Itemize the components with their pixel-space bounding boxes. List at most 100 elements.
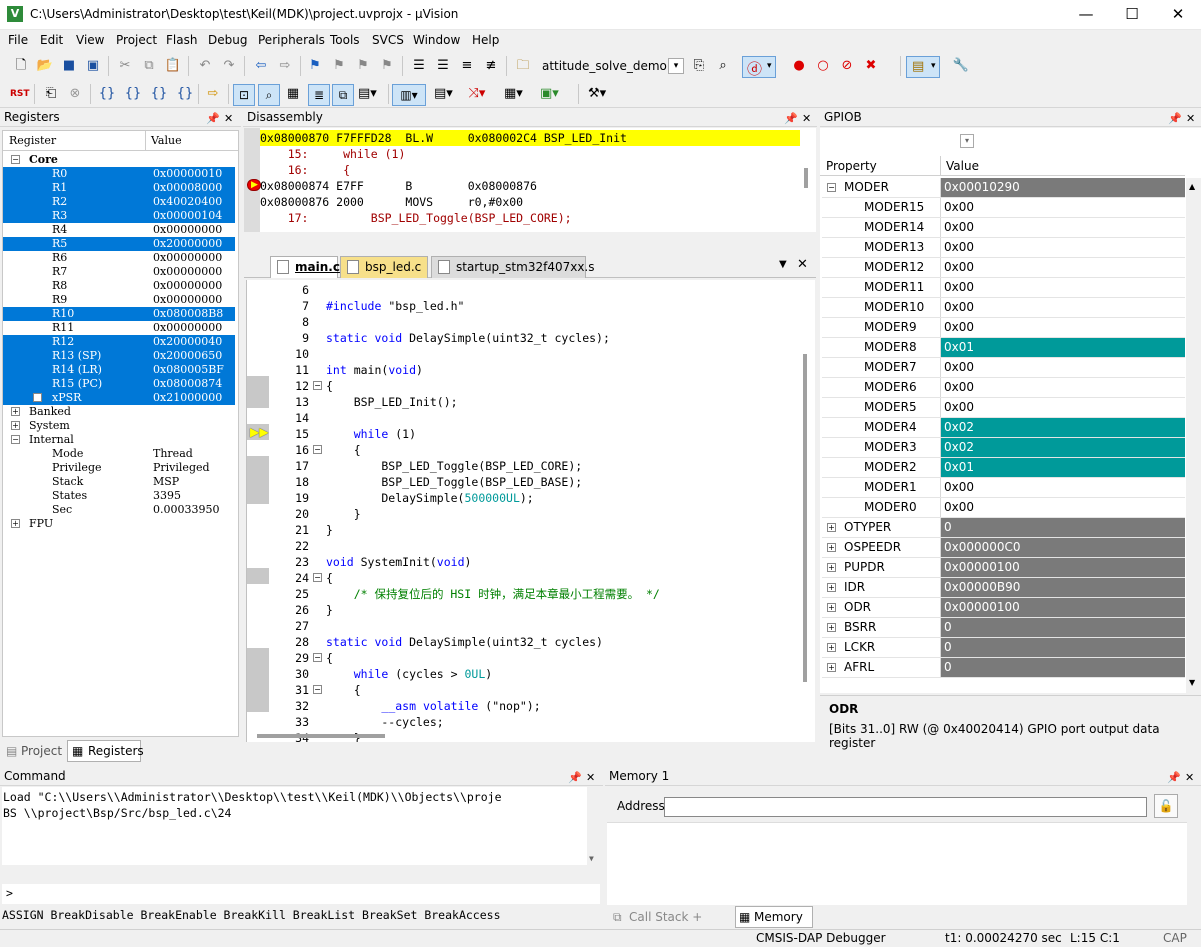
tree-internal[interactable]: − Internal: [3, 433, 235, 447]
trace-window-icon[interactable]: ▦▾: [504, 85, 523, 103]
expand-icon[interactable]: +: [33, 393, 42, 402]
register-row[interactable]: R13 (SP) 0x20000650: [3, 349, 235, 363]
register-row[interactable]: R11 0x00000000: [3, 321, 235, 335]
window-layout-button[interactable]: ▤ ▾: [906, 56, 940, 78]
menu-tools[interactable]: Tools: [330, 33, 360, 47]
menu-svcs[interactable]: SVCS: [372, 33, 404, 47]
symbols-window-icon[interactable]: ▦: [284, 85, 302, 103]
maximize-button[interactable]: ☐: [1109, 0, 1155, 30]
tab-memory-1[interactable]: ▦Memory 1: [735, 906, 813, 944]
register-row[interactable]: R4 0x00000000: [3, 223, 235, 237]
pin-icon[interactable]: 📌: [1167, 769, 1181, 786]
command-window-icon[interactable]: ⊡: [233, 84, 255, 106]
register-row[interactable]: R8 0x00000000: [3, 279, 235, 293]
register-row[interactable]: R10 0x080008B8: [3, 307, 235, 321]
disassembly-view[interactable]: 0x08000870 F7FFFD28 BL.W 0x080002C4 BSP_…: [244, 128, 816, 232]
lock-icon[interactable]: 🔓: [1154, 794, 1178, 818]
register-row[interactable]: R0 0x00000010: [3, 167, 235, 181]
scrollbar[interactable]: [804, 168, 808, 188]
nav-forward-icon[interactable]: ⇨: [276, 57, 294, 75]
menu-project[interactable]: Project: [116, 33, 157, 47]
register-row[interactable]: R5 0x20000000: [3, 237, 235, 251]
tab-main-c[interactable]: main.c: [270, 256, 340, 278]
bookmark-clear-icon[interactable]: ⚑: [378, 57, 396, 75]
tab-startup-s[interactable]: startup_stm32f407xx.s: [431, 256, 595, 278]
internal-row[interactable]: Privilege Privileged: [3, 461, 235, 475]
disable-breakpoints-icon[interactable]: ⊘: [838, 57, 856, 75]
watch-window-icon[interactable]: ▤▾: [358, 85, 377, 103]
call-stack-window-icon[interactable]: ⧉: [332, 84, 354, 106]
memory-scrollbar[interactable]: [1188, 787, 1201, 905]
register-row[interactable]: R7 0x00000000: [3, 265, 235, 279]
step-icon[interactable]: {}: [98, 85, 116, 103]
gpio-row-moder-field[interactable]: MODER15 0x00: [822, 198, 1185, 218]
redo-icon[interactable]: ↷: [220, 57, 238, 75]
pin-icon[interactable]: 📌: [784, 110, 798, 127]
gpio-row-moder[interactable]: − MODER 0x00010290: [822, 178, 1185, 198]
step-over-icon[interactable]: {}: [124, 85, 142, 103]
new-file-icon[interactable]: 🗋: [12, 57, 30, 75]
minimize-button[interactable]: —: [1063, 0, 1109, 30]
close-button[interactable]: ✕: [1155, 0, 1201, 30]
gpio-row-register[interactable]: + AFRL 0: [822, 658, 1185, 678]
bookmark-icon[interactable]: ⚑: [306, 57, 324, 75]
internal-row[interactable]: Stack MSP: [3, 475, 235, 489]
menu-peripherals[interactable]: Peripherals: [258, 33, 325, 47]
cut-icon[interactable]: ✂: [116, 57, 134, 75]
close-icon[interactable]: ✕: [1186, 110, 1195, 127]
gpio-row-moder-field[interactable]: MODER2 0x01: [822, 458, 1185, 478]
disassembly-window-icon[interactable]: ⌕: [258, 84, 280, 106]
gpio-row-register[interactable]: + ODR 0x00000100: [822, 598, 1185, 618]
target-name[interactable]: attitude_solve_demo: [542, 59, 667, 73]
tab-project[interactable]: ▤ Project: [3, 741, 65, 761]
internal-row[interactable]: Sec 0.00033950: [3, 503, 235, 517]
gpio-row-moder-field[interactable]: MODER12 0x00: [822, 258, 1185, 278]
tree-banked[interactable]: + Banked: [3, 405, 235, 419]
copy-icon[interactable]: ⧉: [140, 57, 158, 75]
memory-window-icon[interactable]: ▥▾: [392, 84, 426, 106]
editor-hscrollbar[interactable]: [257, 734, 385, 738]
target-dropdown-icon[interactable]: ▾: [668, 58, 684, 74]
gpio-row-moder-field[interactable]: MODER9 0x00: [822, 318, 1185, 338]
register-row[interactable]: R9 0x00000000: [3, 293, 235, 307]
pin-icon[interactable]: 📌: [1168, 110, 1182, 127]
pin-icon[interactable]: 📌: [206, 110, 220, 127]
register-row[interactable]: R6 0x00000000: [3, 251, 235, 265]
gpio-row-moder-field[interactable]: MODER0 0x00: [822, 498, 1185, 518]
tree-core[interactable]: − Core: [3, 153, 235, 167]
fold-toggle-icon[interactable]: −: [313, 573, 322, 582]
tab-bsp-led-c[interactable]: bsp_led.c: [340, 256, 428, 278]
menu-file[interactable]: File: [8, 33, 28, 47]
gpio-row-moder-field[interactable]: MODER11 0x00: [822, 278, 1185, 298]
save-icon[interactable]: ■: [60, 57, 78, 75]
uncomment-icon[interactable]: ≢: [482, 57, 500, 75]
kill-breakpoints-icon[interactable]: ✖: [862, 57, 880, 75]
register-row[interactable]: R14 (LR) 0x080005BF: [3, 363, 235, 377]
bookmark-next-icon[interactable]: ⚑: [354, 57, 372, 75]
insert-breakpoint-icon[interactable]: ●: [790, 57, 808, 75]
editor-scrollbar[interactable]: [803, 354, 807, 682]
menu-help[interactable]: Help: [472, 33, 499, 47]
fold-toggle-icon[interactable]: −: [313, 653, 322, 662]
tree-system[interactable]: + System: [3, 419, 235, 433]
undo-icon[interactable]: ↶: [196, 57, 214, 75]
step-out-icon[interactable]: {}: [150, 85, 168, 103]
gpio-row-register[interactable]: + PUPDR 0x00000100: [822, 558, 1185, 578]
nav-back-icon[interactable]: ⇦: [252, 57, 270, 75]
paste-icon[interactable]: 📋: [164, 57, 182, 75]
gpio-row-moder-field[interactable]: MODER3 0x02: [822, 438, 1185, 458]
gpio-row-moder-field[interactable]: MODER8 0x01: [822, 338, 1185, 358]
gpio-row-register[interactable]: + IDR 0x00000B90: [822, 578, 1185, 598]
system-viewer-icon[interactable]: ▣▾: [540, 85, 559, 103]
internal-row[interactable]: Mode Thread: [3, 447, 235, 461]
enable-breakpoint-icon[interactable]: ○: [814, 57, 832, 75]
tab-call-stack[interactable]: ⧉Call Stack + Locals: [609, 907, 733, 944]
run-to-cursor-icon[interactable]: {}: [176, 85, 194, 103]
gpio-row-moder-field[interactable]: MODER10 0x00: [822, 298, 1185, 318]
toolbox-icon[interactable]: ⚒▾: [588, 85, 606, 103]
filter-dropdown-icon[interactable]: ▾: [960, 134, 974, 148]
gpio-row-register[interactable]: + OTYPER 0: [822, 518, 1185, 538]
expand-icon[interactable]: +: [11, 407, 20, 416]
gpio-row-moder-field[interactable]: MODER7 0x00: [822, 358, 1185, 378]
menu-flash[interactable]: Flash: [166, 33, 197, 47]
